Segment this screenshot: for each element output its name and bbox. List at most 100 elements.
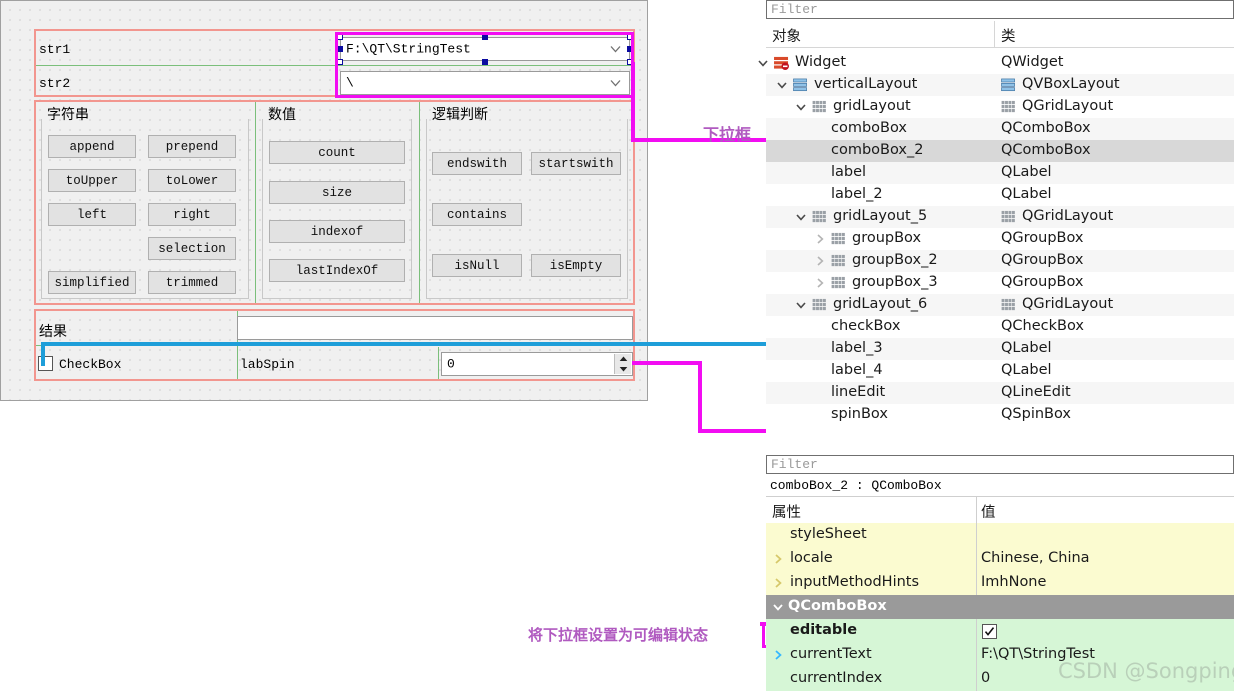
- spinbox-up-icon[interactable]: [615, 354, 631, 364]
- object-tree-row-class: QWidget: [1001, 54, 1064, 70]
- object-tree-row-class: QGroupBox: [1001, 274, 1084, 290]
- object-tree-row[interactable]: spinBox QSpinBox: [766, 404, 1234, 426]
- property-row-splitter: [976, 547, 977, 571]
- object-tree-row[interactable]: Widget QWidget: [758, 52, 1234, 74]
- property-row-splitter: [976, 523, 977, 547]
- button-isempty[interactable]: isEmpty: [531, 254, 621, 277]
- object-tree-row-name: verticalLayout: [814, 76, 918, 92]
- groupbox-logic-title: 逻辑判断: [432, 107, 488, 123]
- button-right[interactable]: right: [148, 203, 236, 226]
- grid-layout-icon: [812, 210, 826, 223]
- button-contains[interactable]: contains: [432, 203, 522, 226]
- button-simplified[interactable]: simplified: [48, 271, 136, 294]
- annotation-connector-checkbox-h: [41, 342, 841, 346]
- object-tree-row[interactable]: label_3 QLabel: [766, 338, 1234, 360]
- object-column-splitter[interactable]: [994, 21, 995, 47]
- lineedit-result[interactable]: [237, 316, 633, 340]
- button-startswith[interactable]: startswith: [531, 152, 621, 175]
- object-tree-row[interactable]: groupBox QGroupBox: [766, 228, 1234, 250]
- button-tolower[interactable]: toLower: [148, 169, 236, 192]
- label-labspin: labSpin: [240, 357, 295, 372]
- object-tree-row[interactable]: verticalLayout QVBoxLayout: [766, 74, 1234, 96]
- property-row-name: styleSheet: [790, 526, 867, 542]
- property-checkbox[interactable]: [982, 624, 997, 639]
- button-size[interactable]: size: [269, 181, 405, 204]
- object-tree-row[interactable]: lineEdit QLineEdit: [766, 382, 1234, 404]
- chevron-right-icon[interactable]: [814, 255, 826, 267]
- object-tree-row-name: label_4: [831, 362, 883, 378]
- property-filter-bar[interactable]: Filter: [766, 455, 1234, 474]
- object-tree-row-name: groupBox_3: [852, 274, 938, 290]
- object-tree-row[interactable]: groupBox_2 QGroupBox: [766, 250, 1234, 272]
- button-indexof[interactable]: indexof: [269, 220, 405, 243]
- chevron-down-icon[interactable]: [795, 211, 807, 223]
- chevron-right-icon[interactable]: [814, 233, 826, 245]
- property-row-name: currentIndex: [790, 670, 883, 686]
- chevron-down-icon[interactable]: [795, 299, 807, 311]
- property-editor-panel[interactable]: Filter comboBox_2 : QComboBox 属性 值 style…: [766, 455, 1234, 692]
- button-trimmed[interactable]: trimmed: [148, 271, 236, 294]
- object-tree-row-name: label: [831, 164, 867, 180]
- property-row[interactable]: QComboBox: [766, 595, 1234, 619]
- property-row-splitter: [976, 643, 977, 667]
- grid-layout-icon: [1001, 210, 1015, 223]
- group-separator-1: [255, 102, 256, 303]
- button-count[interactable]: count: [269, 141, 405, 164]
- chevron-right-icon[interactable]: [814, 277, 826, 289]
- object-tree-row-class: QSpinBox: [1001, 406, 1071, 422]
- object-tree-row-class: QGridLayout: [1022, 296, 1114, 312]
- object-tree-row[interactable]: checkBox QCheckBox: [766, 316, 1234, 338]
- chevron-down-icon[interactable]: [757, 57, 769, 69]
- button-left[interactable]: left: [48, 203, 136, 226]
- spinbox-buttons[interactable]: [614, 354, 631, 374]
- property-object-header: comboBox_2 : QComboBox: [766, 476, 1234, 497]
- object-filter-bar[interactable]: Filter: [766, 0, 1234, 19]
- chevron-right-icon[interactable]: [772, 577, 784, 589]
- property-row-name: QComboBox: [788, 598, 887, 614]
- button-selection[interactable]: selection: [148, 237, 236, 260]
- property-row[interactable]: editable: [766, 619, 1234, 643]
- button-append[interactable]: append: [48, 135, 136, 158]
- property-row-splitter: [976, 619, 977, 643]
- object-tree-row-class: QGridLayout: [1022, 208, 1114, 224]
- object-tree-row[interactable]: gridLayout_6 QGridLayout: [766, 294, 1234, 316]
- property-row[interactable]: locale Chinese, China: [766, 547, 1234, 571]
- object-tree-row-name: comboBox_2: [831, 142, 924, 158]
- chevron-down-icon[interactable]: [795, 101, 807, 113]
- object-tree-row[interactable]: comboBox_2 QComboBox: [766, 140, 1234, 162]
- chevron-down-icon[interactable]: [776, 79, 788, 91]
- object-tree-row[interactable]: label_2 QLabel: [766, 184, 1234, 206]
- object-tree-row[interactable]: comboBox QComboBox: [766, 118, 1234, 140]
- property-row[interactable]: inputMethodHints ImhNone: [766, 571, 1234, 595]
- grid-layout-icon: [812, 100, 826, 113]
- object-inspector-panel[interactable]: Filter 对象 类 Widget QWidget verticalLayout Q…: [758, 0, 1234, 450]
- object-tree-row-class: QComboBox: [1001, 142, 1091, 158]
- chevron-right-icon[interactable]: [772, 649, 784, 661]
- chevron-right-icon[interactable]: [772, 553, 784, 565]
- property-row[interactable]: styleSheet: [766, 523, 1234, 547]
- object-tree-row-name: lineEdit: [831, 384, 886, 400]
- object-tree-row[interactable]: gridLayout QGridLayout: [766, 96, 1234, 118]
- object-column-class-header: 类: [1001, 29, 1016, 45]
- bottom-col-sep-2: [438, 347, 439, 379]
- object-tree-row[interactable]: gridLayout_5 QGridLayout: [766, 206, 1234, 228]
- annotation-combobox-highlight: [335, 32, 634, 98]
- button-endswith[interactable]: endswith: [432, 152, 522, 175]
- property-row-value: 0: [981, 670, 991, 686]
- button-prepend[interactable]: prepend: [148, 135, 236, 158]
- property-column-splitter[interactable]: [976, 497, 977, 523]
- object-tree-row-name: groupBox_2: [852, 252, 938, 268]
- object-tree-row-class: QGridLayout: [1022, 98, 1114, 114]
- annotation-connector-spinbox-v: [698, 361, 702, 433]
- button-isnull[interactable]: isNull: [432, 254, 522, 277]
- spinbox-down-icon[interactable]: [615, 364, 631, 374]
- object-tree-row[interactable]: groupBox_3 QGroupBox: [766, 272, 1234, 294]
- button-lastindexof[interactable]: lastIndexOf: [269, 259, 405, 282]
- object-tree-row[interactable]: label_4 QLabel: [766, 360, 1234, 382]
- object-tree-row[interactable]: label QLabel: [766, 162, 1234, 184]
- watermark: CSDN @SongpingWang: [1058, 659, 1234, 683]
- spinbox[interactable]: 0: [441, 352, 633, 376]
- button-toupper[interactable]: toUpper: [48, 169, 136, 192]
- chevron-down-icon[interactable]: [772, 601, 784, 613]
- grid-layout-icon: [1001, 100, 1015, 113]
